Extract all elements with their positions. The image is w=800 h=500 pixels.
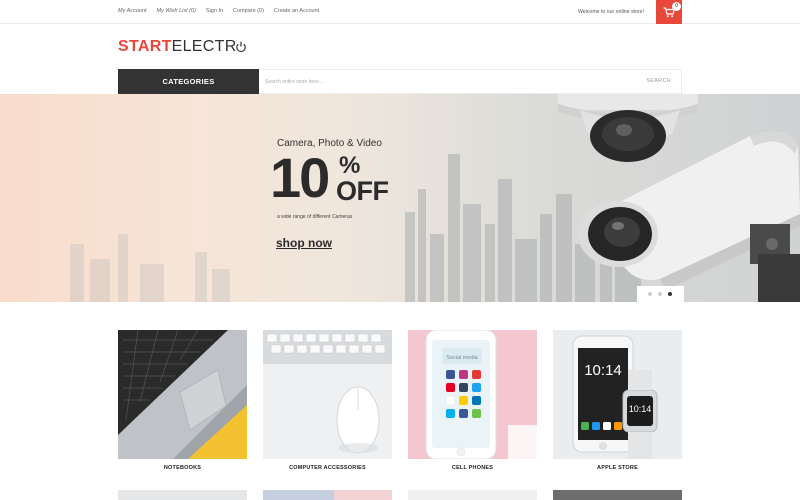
laptop-photo	[118, 330, 247, 459]
power-icon	[236, 41, 246, 53]
iphone-watch-photo: 10:14 10:14	[553, 330, 682, 459]
category-label-apple-store[interactable]: APPLE STORE	[553, 465, 682, 471]
watch-clock-text: 10:14	[629, 404, 652, 414]
compare-link[interactable]: Compare (0)	[233, 8, 264, 14]
shop-now-link[interactable]: shop now	[276, 236, 332, 250]
hero-off-label: OFF	[336, 176, 389, 206]
slide-dot-2[interactable]	[658, 292, 662, 296]
category-tile-row2-4[interactable]	[553, 490, 682, 500]
category-label-notebooks[interactable]: NOTEBOOKS	[118, 465, 247, 471]
hero-percent-sign: %	[339, 152, 361, 179]
category-tile-cell-phones[interactable]: Social media	[408, 330, 537, 459]
slide-dot-1[interactable]	[648, 292, 652, 296]
search-button[interactable]: SEARCH	[646, 78, 671, 84]
hero-discount-number: 10	[270, 146, 330, 209]
logo-start-text: START	[118, 38, 172, 55]
welcome-message: Welcome to our online store!	[578, 9, 644, 15]
phone-screen-app-label: Social media	[446, 355, 478, 361]
create-account-link[interactable]: Create an Account	[274, 8, 319, 14]
hero-description: a wide range of different Cameras	[277, 214, 353, 220]
account-links: My Account My Wish List (0) Sign In Comp…	[118, 8, 319, 14]
hero-banner: Camera, Photo & Video 10 % OFF a wide ra…	[0, 94, 800, 302]
keyboard-mouse-photo	[263, 330, 392, 459]
smartphone-photo: Social media	[408, 330, 537, 459]
slider-pagination	[637, 286, 684, 302]
category-label-cell-phones[interactable]: CELL PHONES	[408, 465, 537, 471]
cart-button[interactable]: 0	[656, 0, 682, 24]
cart-count-badge: 0	[672, 2, 681, 11]
top-bar: My Account My Wish List (0) Sign In Comp…	[0, 0, 800, 24]
my-account-link[interactable]: My Account	[118, 8, 147, 14]
category-label-computer-accessories[interactable]: COMPUTER ACCESSORIES	[263, 465, 392, 471]
sign-in-link[interactable]: Sign In	[206, 8, 223, 14]
category-tile-notebooks[interactable]	[118, 330, 247, 459]
category-tile-computer-accessories[interactable]	[263, 330, 392, 459]
categories-button[interactable]: CATEGORIES	[118, 69, 259, 94]
search-bar: SEARCH	[259, 69, 682, 94]
category-tile-apple-store[interactable]: 10:14 10:14	[553, 330, 682, 459]
category-tile-row2-2[interactable]	[263, 490, 392, 500]
site-logo[interactable]: STARTELECTR	[118, 38, 246, 56]
search-input[interactable]	[265, 77, 625, 87]
category-tile-row2-3[interactable]	[408, 490, 537, 500]
phone-clock-text: 10:14	[584, 362, 622, 379]
logo-electro-text: ELECTR	[171, 38, 237, 55]
wish-list-link[interactable]: My Wish List (0)	[157, 8, 196, 14]
category-tile-row2-1[interactable]	[118, 490, 247, 500]
slide-dot-3[interactable]	[668, 292, 672, 296]
security-cameras-image	[558, 94, 800, 302]
